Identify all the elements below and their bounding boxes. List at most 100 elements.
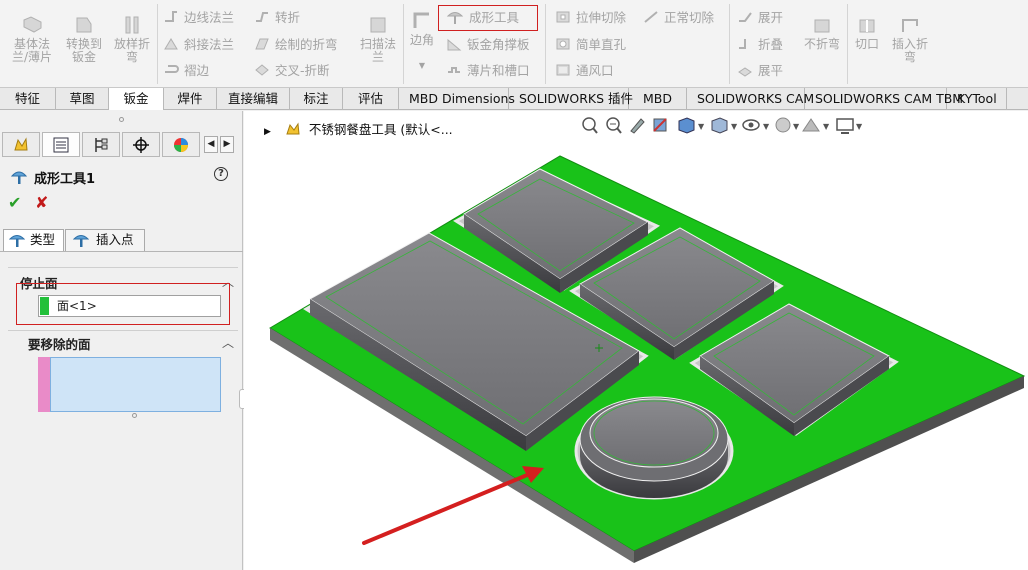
rip-button[interactable]: 切口 [850,16,884,51]
appearance-icon [174,137,188,152]
faces-to-remove-header[interactable]: 要移除的面 [28,334,91,353]
collapse-caret-icon[interactable]: ︿ [222,334,234,351]
ok-button[interactable]: ✔ [8,193,21,212]
base-flange-label: 基体法 兰/薄片 [11,37,53,64]
sketched-bend-icon [255,38,269,50]
fold-icon [739,39,746,49]
jog-icon [256,12,268,22]
miter-flange-button[interactable]: 斜接法兰 [163,36,234,54]
command-manager-ribbon: 基体法 兰/薄片 转换到 钣金 放样折 弯 边线法兰 斜接法兰 褶边 转折 绘制… [0,0,1028,88]
tab-type[interactable]: 类型 [3,229,64,251]
scroll-right-button[interactable]: ▶ [220,136,234,153]
fold-button[interactable]: 折叠 [737,36,783,54]
unfold-label: 展开 [758,10,784,25]
display-manager-tab[interactable] [162,132,200,157]
unfold-button[interactable]: 展开 [737,9,783,27]
miter-flange-icon [164,38,178,50]
property-list-icon [53,137,69,152]
forming-tool-icon [10,171,28,184]
panel-resize-handle[interactable] [119,117,124,122]
insert-point-icon [73,235,89,247]
tab-mbd-dimensions[interactable]: MBD Dimensions [399,88,515,110]
normal-cut-label: 正常切除 [664,10,715,25]
hem-button[interactable]: 褶边 [163,62,209,80]
cancel-button[interactable]: ✘ [35,193,48,212]
jog-button[interactable]: 转折 [254,9,300,27]
ribbon-separator [403,4,404,84]
configuration-manager-tab[interactable] [82,132,120,157]
tab-solidworks-addins[interactable]: SOLIDWORKS 插件 [509,88,633,110]
rip-label: 切口 [854,37,879,51]
convert-to-sheet-metal-button[interactable]: 转换到 钣金 [60,14,108,64]
ribbon-separator [545,4,546,84]
tab-markup[interactable]: 标注 [290,88,343,110]
jog-label: 转折 [275,10,301,25]
ribbon-separator [157,4,158,84]
dimxpert-manager-tab[interactable] [122,132,160,157]
tab-weldments[interactable]: 焊件 [164,88,217,110]
edge-flange-icon [165,11,177,22]
extruded-cut-icon [556,11,570,23]
tab-kytool[interactable]: KYTool [947,88,1007,110]
list-resize-handle[interactable] [132,413,137,418]
lofted-bend-button[interactable]: 放样折 弯 [108,14,156,64]
scroll-left-button[interactable]: ◀ [204,136,218,153]
normal-cut-button[interactable]: 正常切除 [643,9,714,27]
corner-dropdown-icon[interactable]: ▼ [406,59,438,72]
simple-hole-button[interactable]: 简单直孔 [555,36,626,54]
flatten-label: 展平 [758,63,784,78]
tab-sheet-metal[interactable]: 钣金 [109,88,164,110]
annotation-arrow [362,466,544,545]
swept-flange-button[interactable]: 扫描法 兰 [354,14,402,64]
simple-hole-icon [556,38,570,50]
extruded-cut-button[interactable]: 拉伸切除 [555,9,626,27]
3d-model-view[interactable] [244,111,1028,570]
graphics-area[interactable]: ▶ 不锈钢餐盘工具 (默认<... ▼ ▼ ▼ ▼ ▼ ▼ [244,111,1028,570]
edge-flange-label: 边线法兰 [184,10,235,25]
tab-solidworks-cam[interactable]: SOLIDWORKS CAM [687,88,814,110]
cross-break-button[interactable]: 交叉-折断 [254,62,330,80]
insert-bends-icon [902,19,918,32]
no-bends-icon [814,19,830,33]
vent-label: 通风口 [576,63,614,78]
stop-face-selection-box[interactable]: 面<1> [38,295,221,317]
tab-mbd[interactable]: MBD [629,88,687,110]
swept-flange-icon [370,17,386,33]
tab-insert-point[interactable]: 插入点 [65,229,145,251]
vent-button[interactable]: 通风口 [555,62,614,80]
normal-cut-icon [644,11,658,23]
insert-bends-label: 插入折 弯 [891,37,928,64]
flatten-icon [738,67,752,77]
unfold-icon [739,12,752,22]
base-flange-button[interactable]: 基体法 兰/薄片 [6,14,58,64]
corner-button[interactable]: 边角 ▼ [406,10,438,72]
sketched-bend-button[interactable]: 绘制的折弯 [254,36,338,54]
hem-label: 褶边 [184,63,210,78]
insert-bends-button[interactable]: 插入折 弯 [886,16,934,64]
flatten-button[interactable]: 展平 [737,62,783,80]
rip-icon [859,19,875,33]
cross-break-icon [255,64,269,76]
gusset-button[interactable]: 钣金角撑板 [446,36,530,54]
no-bends-button[interactable]: 不折弯 [798,16,846,51]
command-manager-tabs: 特征 草图 钣金 焊件 直接编辑 标注 评估 MBD Dimensions SO… [0,88,1028,110]
divider [0,251,243,252]
property-manager-tab[interactable] [42,132,80,157]
property-manager-title: 成形工具1 [34,172,96,187]
tab-features[interactable]: 特征 [0,88,56,110]
lofted-bend-label: 放样折 弯 [113,37,150,64]
edge-flange-button[interactable]: 边线法兰 [163,9,234,27]
tab-sketch[interactable]: 草图 [56,88,109,110]
tab-evaluate[interactable]: 评估 [343,88,399,110]
convert-to-sheet-label: 转换到 钣金 [65,37,102,64]
tab-and-slot-button[interactable]: 薄片和槽口 [446,62,530,80]
hem-icon [165,65,179,73]
configuration-icon [95,137,108,152]
help-icon[interactable]: ? [214,167,228,181]
round-pocket[interactable] [574,396,734,500]
faces-to-remove-list[interactable] [50,357,221,412]
feature-manager-tab[interactable] [2,132,40,157]
tab-direct-editing[interactable]: 直接编辑 [217,88,290,110]
tab-insert-point-label: 插入点 [96,232,134,247]
tab-solidworks-cam-tbm[interactable]: SOLIDWORKS CAM TBM [805,88,963,110]
